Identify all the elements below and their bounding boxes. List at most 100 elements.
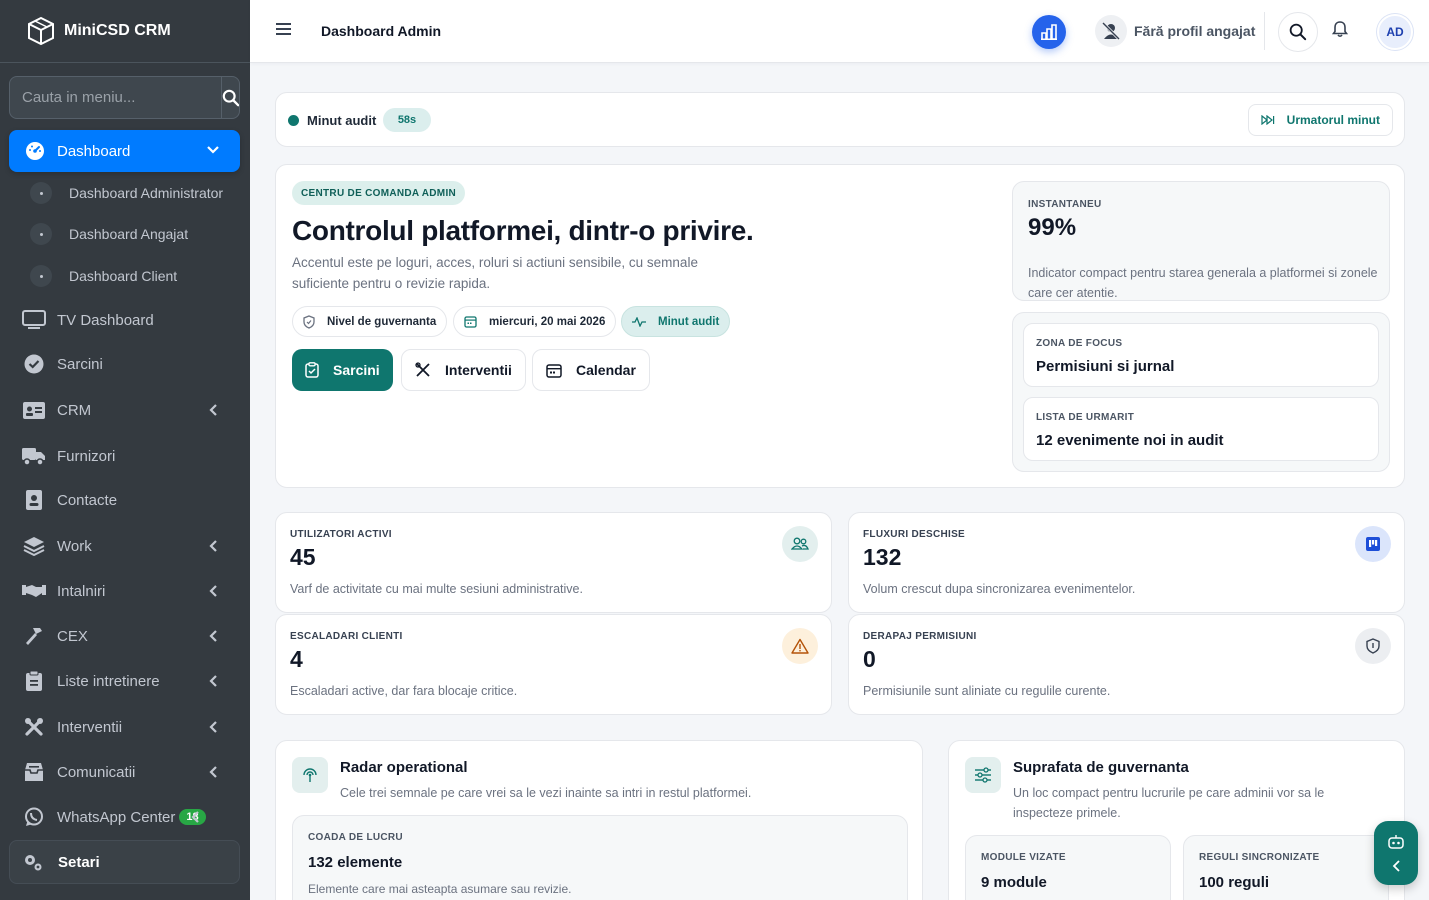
sidebar-item-label: CEX [57,627,88,645]
next-minute-label: Urmatorul minut [1286,113,1380,127]
sidebar-subitem-label: Dashboard Angajat [69,226,189,242]
hammer-icon [22,625,46,647]
interventions-button[interactable]: Interventii [401,349,526,391]
next-minute-button[interactable]: Urmatorul minut [1247,104,1393,136]
menu-toggle-button[interactable] [276,22,292,41]
modules-label: MODULE VIZATE [981,852,1066,863]
bullet-icon [30,223,52,245]
analytics-button[interactable] [1032,15,1066,49]
sidebar-item-liste-intretinere[interactable]: Liste intretinere [22,666,232,696]
clipboard-check-icon [305,362,319,378]
panel-subtitle: Cele trei semnale pe care vrei sa le vez… [340,786,752,800]
sidebar-item-cex[interactable]: CEX [22,621,232,651]
bullet-icon [30,182,52,204]
hamburger-icon [276,23,291,35]
rules-value: 100 reguli [1199,874,1270,891]
assistant-floating-button[interactable] [1374,821,1418,885]
button-label: Sarcini [333,362,380,378]
search-icon [222,89,239,106]
stat-open-flows: FLUXURI DESCHISE 132 Volum crescut dupa … [848,512,1405,613]
building-chart-icon [1041,24,1057,40]
sidebar-item-crm[interactable]: CRM [22,395,232,425]
notifications-button[interactable] [1331,20,1349,43]
global-search-button[interactable] [1278,12,1318,52]
gauge-icon [26,142,44,160]
topbar: Dashboard Admin Fără profil angajat AD [250,0,1429,63]
sidebar-item-dashboard[interactable]: Dashboard [9,130,240,172]
chip-audit-minute: Minut audit [621,306,731,337]
sidebar-item-setari[interactable]: Setari [9,840,240,884]
user-avatar[interactable]: AD [1377,14,1413,50]
sidebar-item-label: Contacte [57,491,118,509]
sidebar-item-interventii[interactable]: Interventii [22,712,232,742]
radar-icon [292,757,328,793]
whatsapp-icon [22,806,46,828]
sidebar-subitem-dashboard-client[interactable]: Dashboard Client [30,261,177,291]
queue-value: 132 elemente [308,854,403,871]
skip-forward-icon [1261,115,1274,125]
hero-eyebrow: CENTRU DE COMANDA ADMIN [292,181,466,205]
snapshot-value: 99% [1028,214,1077,241]
calendar-button[interactable]: Calendar [532,349,650,391]
search-icon [1289,23,1307,41]
stat-description: Escaladari active, dar fara blocaje crit… [290,684,518,698]
sidebar-item-sarcini[interactable]: Sarcini [22,349,232,379]
sidebar-item-label: Sarcini [57,355,103,373]
sidebar-item-work[interactable]: Work [22,531,232,561]
sidebar-item-intalniri[interactable]: Intalniri [22,576,232,606]
stat-active-users: UTILIZATORI ACTIVI 45 Varf de activitate… [275,512,832,613]
focus-zone-label: ZONA DE FOCUS [1036,338,1123,349]
sidebar-item-label: CRM [57,401,92,419]
sidebar-subitem-dashboard-administrator[interactable]: Dashboard Administrator [30,178,223,208]
chevron-left-icon [209,404,217,416]
modules-card: MODULE VIZATE 9 module [965,835,1171,900]
chevron-left-icon [209,766,217,778]
button-label: Calendar [576,362,636,378]
id-card-icon [22,399,46,421]
profile-label: Fără profil angajat [1134,23,1256,39]
sidebar-item-contacte[interactable]: Contacte [22,485,232,515]
users-icon [782,526,818,562]
sliders-icon [965,757,1001,793]
clipboard-icon [22,670,46,692]
sidebar-item-label: Liste intretinere [57,672,160,690]
chevron-left-icon [1392,859,1400,872]
chip-label: Nivel de guvernanta [327,315,437,328]
page-title: Dashboard Admin [321,23,442,39]
sidebar-subitem-dashboard-angajat[interactable]: Dashboard Angajat [30,219,188,249]
divider [1264,12,1265,50]
work-queue-card: COADA DE LUCRU 132 elemente Elemente car… [292,815,908,900]
sidebar-subitem-label: Dashboard Client [69,268,178,284]
sidebar-item-tv-dashboard[interactable]: TV Dashboard [22,305,232,335]
button-label: Interventii [445,362,512,378]
menu-search-button[interactable] [221,77,239,118]
hero-subtitle: Accentul este pe loguri, acces, roluri s… [292,255,698,291]
brand[interactable]: MiniCSD CRM [0,0,250,63]
check-circle-icon [22,353,46,375]
chevron-left-icon [209,630,217,642]
menu-search-input[interactable] [10,77,221,118]
stat-value: 45 [290,544,316,570]
panel-subtitle: Un loc compact pentru lucrurile pe care … [1013,786,1325,820]
sidebar-item-furnizori[interactable]: Furnizori [22,441,232,471]
employee-profile-menu[interactable]: Fără profil angajat [1095,15,1255,47]
sidebar-subitem-label: Dashboard Administrator [69,185,224,201]
rules-card: REGULI SINCRONIZATE 100 reguli [1183,835,1389,900]
shield-icon [1355,628,1391,664]
audit-label: Minut audit [307,113,377,128]
tasks-button[interactable]: Sarcini [292,349,393,391]
panel-title: Suprafata de guvernanta [1013,759,1189,776]
sidebar-item-label: Comunicatii [57,763,136,781]
sidebar-item-label: Work [57,537,92,555]
hero-title: Controlul platformei, dintr-o privire. [292,215,754,246]
sidebar-item-whatsapp-center[interactable]: WhatsApp Center 18 [22,802,232,832]
stat-value: 0 [863,646,876,672]
snapshot-card: INSTANTANEU 99% Indicator compact pentru… [1012,181,1390,301]
stat-label: UTILIZATORI ACTIVI [290,529,392,540]
status-dot [288,115,299,126]
gears-icon [25,855,42,871]
sidebar-item-comunicatii[interactable]: Comunicatii [22,757,232,787]
brand-name: MiniCSD CRM [64,22,171,39]
stat-permission-drift: DERAPAJ PERMISIUNI 0 Permisiunile sunt a… [848,614,1405,715]
warning-icon [782,628,818,664]
